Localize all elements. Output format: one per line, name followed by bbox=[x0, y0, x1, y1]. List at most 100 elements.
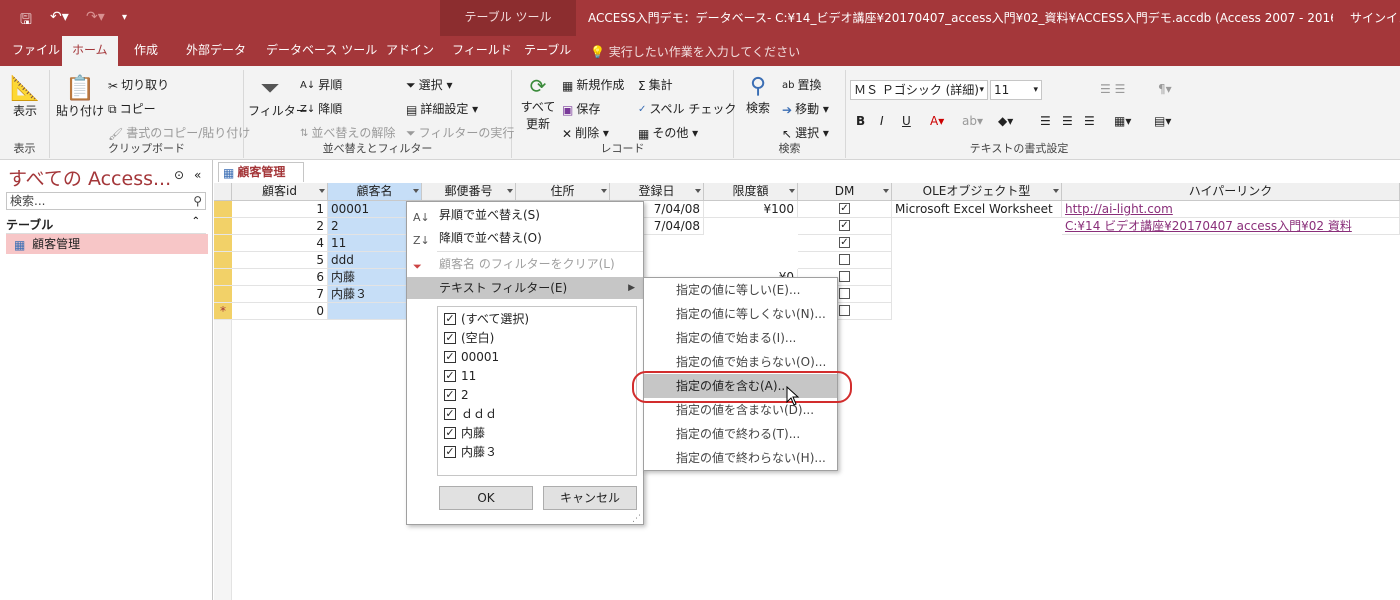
cell-hyperlink[interactable]: C:¥14 ビデオ講座¥20170407 access入門¥02 資料 bbox=[1062, 218, 1400, 235]
nav-section-tables[interactable]: テーブル ⌃ bbox=[6, 216, 206, 234]
filter-value-item[interactable]: ✓ 11 bbox=[444, 367, 476, 386]
fill-color-icon[interactable]: ◆▾ bbox=[998, 114, 1013, 128]
select-all-corner[interactable] bbox=[214, 183, 232, 201]
chevron-down-icon[interactable] bbox=[601, 189, 607, 193]
tab-fields[interactable]: フィールド bbox=[442, 36, 522, 66]
remove-sort-button[interactable]: ⇅ 並べ替えの解除 bbox=[300, 124, 395, 141]
undo-icon[interactable]: ↶▾ bbox=[50, 9, 69, 25]
goto-button[interactable]: ➔ 移動 ▾ bbox=[782, 100, 829, 117]
cell-id[interactable]: 6 bbox=[232, 269, 328, 286]
save-record-button[interactable]: ▣ 保存 bbox=[562, 100, 600, 117]
checkbox-checked[interactable]: ✓ bbox=[444, 350, 456, 363]
collapse-pane-icon[interactable]: « bbox=[194, 168, 201, 182]
column-header-dm[interactable]: DM bbox=[798, 183, 892, 201]
submenu-equals[interactable]: 指定の値に等しい(E)... bbox=[644, 278, 837, 302]
row-selector[interactable] bbox=[214, 235, 232, 252]
nav-search-input[interactable]: 検索... ⚲ bbox=[6, 192, 206, 210]
align-right-icon[interactable]: ☰ bbox=[1084, 114, 1095, 128]
row-selector[interactable] bbox=[214, 201, 232, 218]
checkbox-unchecked[interactable] bbox=[839, 271, 850, 282]
chevron-down-icon[interactable] bbox=[413, 189, 419, 193]
column-header-id[interactable]: 顧客id bbox=[232, 183, 328, 201]
checkbox-checked[interactable]: ✓ bbox=[839, 237, 850, 248]
checkbox-checked[interactable]: ✓ bbox=[444, 369, 456, 382]
column-header-date[interactable]: 登録日 bbox=[610, 183, 704, 201]
filter-value-item[interactable]: ✓ (すべて選択) bbox=[444, 310, 529, 329]
submenu-ends-with[interactable]: 指定の値で終わる(T)... bbox=[644, 422, 837, 446]
column-header-name[interactable]: 顧客名 bbox=[328, 183, 422, 201]
more-button[interactable]: ▦ その他 ▾ bbox=[638, 124, 698, 141]
highlight-icon[interactable]: ab▾ bbox=[962, 114, 983, 128]
font-name-select[interactable]: ＭＳ Ｐゴシック (詳細) ▾ bbox=[850, 80, 988, 100]
checkbox-unchecked[interactable] bbox=[839, 305, 850, 316]
sort-asc-button[interactable]: A↓ 昇順 bbox=[300, 76, 342, 93]
chevron-down-icon[interactable] bbox=[319, 189, 325, 193]
tell-me-box[interactable]: 💡 実行したい作業を入力してください bbox=[590, 43, 800, 60]
chevron-down-icon[interactable] bbox=[1053, 189, 1059, 193]
checkbox-checked[interactable]: ✓ bbox=[444, 407, 456, 420]
nav-menu-chevron-icon[interactable]: ⊙ bbox=[174, 168, 184, 182]
tab-database-tools[interactable]: データベース ツール bbox=[256, 36, 387, 66]
checkbox-checked[interactable]: ✓ bbox=[444, 312, 456, 325]
font-size-select[interactable]: 11 ▾ bbox=[990, 80, 1042, 100]
menu-text-filter[interactable]: テキスト フィルター(E) ▶ bbox=[407, 277, 643, 299]
tab-file[interactable]: ファイル bbox=[2, 36, 70, 66]
spelling-button[interactable]: ✓ スペル チェック bbox=[638, 100, 736, 117]
checkbox-checked[interactable]: ✓ bbox=[444, 331, 456, 344]
filter-value-item[interactable]: ✓ 内藤 bbox=[444, 424, 485, 443]
submenu-not-ends-with[interactable]: 指定の値で終わらない(H)... bbox=[644, 446, 837, 470]
paragraph-direction-icon[interactable]: ¶▾ bbox=[1158, 82, 1172, 96]
cell-dm[interactable] bbox=[798, 252, 892, 269]
cell-id[interactable]: 4 bbox=[232, 235, 328, 252]
tab-external-data[interactable]: 外部データ bbox=[176, 36, 256, 66]
chevron-down-icon[interactable] bbox=[507, 189, 513, 193]
italic-button[interactable]: I bbox=[880, 114, 884, 128]
signin-link[interactable]: サインイン bbox=[1350, 9, 1400, 26]
paste-button[interactable]: 📋 貼り付け bbox=[56, 74, 104, 119]
align-center-icon[interactable]: ☰ bbox=[1062, 114, 1073, 128]
customize-toolbar-icon[interactable]: ▾ bbox=[122, 12, 127, 23]
cell-id[interactable]: 1 bbox=[232, 201, 328, 218]
cell-dm[interactable]: ✓ bbox=[798, 201, 892, 218]
align-left-icon[interactable]: ☰ bbox=[1040, 114, 1051, 128]
ok-button[interactable]: OK bbox=[439, 486, 533, 510]
cut-button[interactable]: ✂ 切り取り bbox=[108, 76, 169, 93]
cell-id[interactable]: 7 bbox=[232, 286, 328, 303]
cell-dm[interactable]: ✓ bbox=[798, 235, 892, 252]
filter-value-item[interactable]: ✓ ｄｄｄ bbox=[444, 405, 497, 424]
list-format-icon[interactable]: ☰ ☰ bbox=[1100, 82, 1125, 96]
cell-hyperlink[interactable]: http://ai-light.com bbox=[1062, 201, 1400, 218]
menu-sort-desc[interactable]: Z↓ 降順で並べ替え(O) bbox=[407, 227, 643, 249]
submenu-begins-with[interactable]: 指定の値で始まる(I)... bbox=[644, 326, 837, 350]
checkbox-checked[interactable]: ✓ bbox=[444, 445, 456, 458]
selection-filter-button[interactable]: ⏷ 選択 ▾ bbox=[406, 76, 452, 93]
new-record-button[interactable]: ▦ 新規作成 bbox=[562, 76, 624, 93]
bold-button[interactable]: B bbox=[856, 114, 865, 128]
checkbox-unchecked[interactable] bbox=[839, 288, 850, 299]
column-header-zip[interactable]: 郵便番号 bbox=[422, 183, 516, 201]
filter-value-list[interactable]: ✓ (すべて選択) ✓ (空白) ✓ 00001 ✓ 11 ✓ 2 ✓ ｄｄｄ ✓ 内藤 ✓ 内… bbox=[437, 306, 637, 476]
column-header-limit[interactable]: 限度額 bbox=[704, 183, 798, 201]
new-row-selector[interactable]: * bbox=[214, 303, 232, 320]
font-color-icon[interactable]: A▾ bbox=[930, 114, 944, 128]
cell-dm[interactable]: ✓ bbox=[798, 218, 892, 235]
filter-value-item[interactable]: ✓ 00001 bbox=[444, 348, 499, 367]
row-selector[interactable] bbox=[214, 286, 232, 303]
cell-id[interactable]: 0 bbox=[232, 303, 328, 320]
underline-button[interactable]: U bbox=[902, 114, 911, 128]
advanced-filter-button[interactable]: ▤ 詳細設定 ▾ bbox=[406, 100, 478, 117]
copy-button[interactable]: ⧉ コピー bbox=[108, 100, 156, 117]
checkbox-unchecked[interactable] bbox=[839, 254, 850, 265]
cancel-button[interactable]: キャンセル bbox=[543, 486, 637, 510]
row-selector[interactable] bbox=[214, 218, 232, 235]
nav-item-customer-table[interactable]: ▦ 顧客管理 bbox=[6, 234, 208, 254]
column-header-hyperlink[interactable]: ハイパーリンク bbox=[1062, 183, 1400, 201]
chevron-down-icon[interactable] bbox=[695, 189, 701, 193]
alternate-row-icon[interactable]: ▤▾ bbox=[1154, 114, 1171, 128]
resize-grip-icon[interactable]: ⋰ bbox=[632, 514, 641, 524]
menu-sort-asc[interactable]: A↓ 昇順で並べ替え(S) bbox=[407, 204, 643, 226]
submenu-not-equals[interactable]: 指定の値に等しくない(N)... bbox=[644, 302, 837, 326]
replace-button[interactable]: ab 置換 bbox=[782, 76, 822, 93]
column-header-address[interactable]: 住所 bbox=[516, 183, 610, 201]
toggle-filter-button[interactable]: ⏷ フィルターの実行 bbox=[406, 124, 514, 141]
